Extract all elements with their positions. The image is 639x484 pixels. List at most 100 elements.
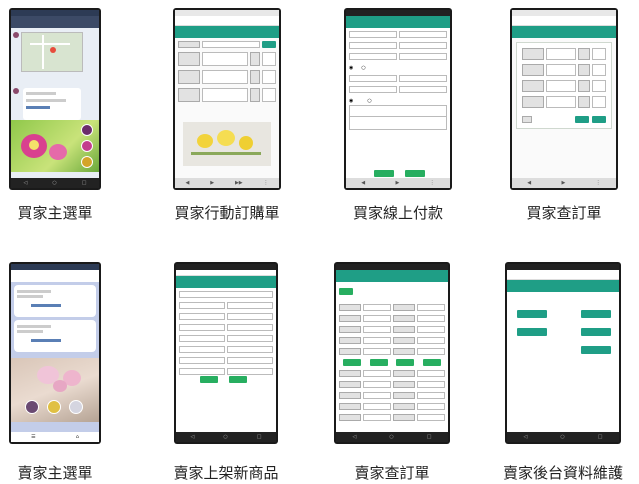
form-row — [339, 303, 445, 312]
nav-bar: ◁ ○ □ — [11, 178, 99, 188]
form-row — [179, 301, 273, 310]
confirm-button[interactable] — [262, 41, 276, 48]
form-row — [179, 345, 273, 354]
form-row — [339, 369, 445, 378]
product-image — [183, 122, 271, 166]
menu-card[interactable] — [14, 285, 96, 317]
screen: ☰ ⌂ — [11, 264, 99, 442]
app-bar — [346, 16, 450, 28]
radio-icon[interactable]: ◉ — [349, 65, 353, 71]
nav-bar: ◁ ○ □ — [336, 432, 448, 442]
phone-buyer-mobile-order: ◀ ▶ ▶▶ ⋮ — [173, 8, 281, 190]
menu-orchid-button[interactable] — [81, 124, 93, 136]
form-row — [522, 63, 606, 77]
form-row — [522, 47, 606, 61]
submit-button[interactable] — [374, 170, 394, 177]
nav-bar: ◁ ○ □ — [176, 432, 276, 442]
form-row — [178, 69, 276, 85]
radio-row[interactable]: ◉ ○ — [349, 63, 447, 72]
form-row — [339, 336, 445, 345]
message-card[interactable] — [23, 88, 81, 120]
menu-card[interactable] — [14, 320, 96, 352]
form-row — [179, 312, 273, 321]
form-row — [339, 380, 445, 389]
app-bar — [176, 276, 276, 288]
form-row — [339, 391, 445, 400]
form-row — [179, 290, 273, 299]
screen: ◁ ○ □ — [11, 10, 99, 188]
menu-orchid-button[interactable] — [81, 156, 93, 168]
avatar — [13, 32, 19, 38]
backend-menu-button[interactable] — [581, 346, 611, 354]
screen: ◁ ○ □ — [176, 264, 276, 442]
nav-bar: ◀ ▶ ⋮ — [346, 178, 450, 188]
caption-buyer-mobile-order: 買家行動訂購單 — [174, 204, 280, 222]
caption-buyer-check-order: 買家查訂單 — [526, 204, 602, 222]
form-row — [179, 356, 273, 365]
form-row — [339, 402, 445, 411]
app-bar — [336, 270, 448, 282]
menu-orchid-button[interactable] — [25, 400, 39, 414]
browser-url-bar[interactable] — [507, 270, 619, 280]
cancel-button[interactable] — [405, 170, 426, 177]
app-bar — [11, 16, 99, 28]
phone-seller-new-product: ◁ ○ □ — [174, 262, 278, 444]
action-row — [522, 115, 606, 124]
nav-bar: ☰ ⌂ — [11, 432, 99, 442]
edit-button[interactable] — [575, 116, 589, 123]
orchid-banner-image — [11, 120, 99, 172]
query-button[interactable] — [339, 288, 353, 295]
menu-orchid-button[interactable] — [47, 400, 61, 414]
screen: ◁ ○ □ — [336, 264, 448, 442]
menu-orchid-button[interactable] — [69, 400, 83, 414]
browser-url-bar[interactable] — [175, 16, 279, 26]
form-row — [339, 314, 445, 323]
backend-menu-button[interactable] — [517, 310, 547, 318]
backend-menu-button[interactable] — [581, 310, 611, 318]
backend-menu-button[interactable] — [517, 328, 547, 336]
form-row — [349, 30, 447, 39]
form-row — [179, 323, 273, 332]
app-bar — [175, 26, 279, 38]
caption-seller-backend: 賣家後台資料維護 — [502, 464, 623, 482]
form-row — [349, 52, 447, 61]
orchid-banner-image — [11, 358, 99, 422]
form-row — [349, 41, 447, 50]
radio-icon[interactable]: ◉ — [349, 98, 353, 104]
form-row — [349, 74, 447, 83]
action-button[interactable] — [422, 359, 441, 366]
form-row — [339, 413, 445, 422]
phone-seller-check-order: ◁ ○ □ — [334, 262, 450, 444]
order-card — [516, 42, 612, 129]
app-bar — [512, 26, 616, 38]
phone-seller-main-menu: ☰ ⌂ — [9, 262, 101, 444]
map-pin-icon — [50, 47, 56, 53]
backend-menu-button[interactable] — [581, 328, 611, 336]
browser-url-bar[interactable] — [512, 16, 616, 26]
app-bar — [11, 270, 99, 282]
action-button[interactable] — [343, 359, 362, 366]
menu-orchid-button[interactable] — [81, 140, 93, 152]
action-button[interactable] — [369, 359, 388, 366]
form-row — [349, 85, 447, 94]
action-button[interactable] — [396, 359, 415, 366]
phone-buyer-online-payment: ◉ ○ ◉ ○ ◀ ▶ ⋮ — [344, 8, 452, 190]
save-button[interactable] — [229, 376, 248, 383]
action-row — [339, 358, 445, 367]
form-row — [349, 115, 447, 130]
form-row — [178, 51, 276, 67]
caption-seller-new-product: 賣家上架新商品 — [173, 464, 279, 482]
phone-buyer-check-order: ◀ ▶ ⋮ — [510, 8, 618, 190]
form-row — [179, 334, 273, 343]
screen: ◀ ▶ ⋮ — [512, 10, 616, 188]
form-row — [339, 347, 445, 356]
avatar — [13, 88, 19, 94]
map-card[interactable] — [21, 32, 83, 72]
form-row — [522, 79, 606, 93]
upload-button[interactable] — [200, 376, 218, 383]
caption-seller-check-order: 賣家查訂單 — [354, 464, 430, 482]
screen: ◀ ▶ ▶▶ ⋮ — [175, 10, 279, 188]
caption-seller-main-menu: 賣家主選單 — [17, 464, 93, 482]
delete-button[interactable] — [592, 116, 606, 123]
nav-bar: ◁ ○ □ — [507, 432, 619, 442]
